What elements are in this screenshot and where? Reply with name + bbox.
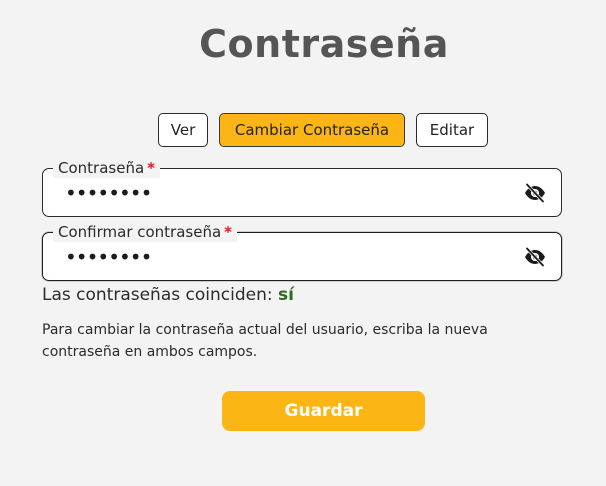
required-marker: * (147, 159, 155, 177)
tab-cambiar-contrasena[interactable]: Cambiar Contraseña (219, 113, 405, 147)
password-field[interactable]: Contraseña * •••••••• (42, 158, 562, 217)
password-match-status: Las contraseñas coinciden: sí (42, 285, 294, 305)
eye-slash-icon[interactable] (523, 247, 547, 267)
required-marker: * (224, 223, 233, 241)
confirm-password-input[interactable]: •••••••• (65, 247, 152, 267)
match-label: Las contraseñas coinciden: (42, 285, 273, 305)
page-title: Contraseña (199, 22, 449, 66)
save-button[interactable]: Guardar (222, 391, 425, 431)
tab-ver[interactable]: Ver (158, 113, 208, 147)
confirm-password-field[interactable]: Confirmar contraseña * •••••••• (42, 222, 562, 281)
confirm-label-text: Confirmar contraseña (58, 223, 222, 241)
password-field-label: Contraseña * (53, 158, 160, 178)
tab-editar[interactable]: Editar (416, 113, 488, 147)
confirm-password-field-label: Confirmar contraseña * (53, 222, 238, 242)
password-label-text: Contraseña (58, 159, 145, 177)
password-input[interactable]: •••••••• (65, 183, 152, 203)
match-value: sí (278, 285, 294, 305)
mode-tabs: Ver Cambiar Contraseña Editar (158, 113, 488, 147)
help-text: Para cambiar la contraseña actual del us… (42, 322, 488, 360)
eye-slash-icon[interactable] (523, 183, 547, 203)
